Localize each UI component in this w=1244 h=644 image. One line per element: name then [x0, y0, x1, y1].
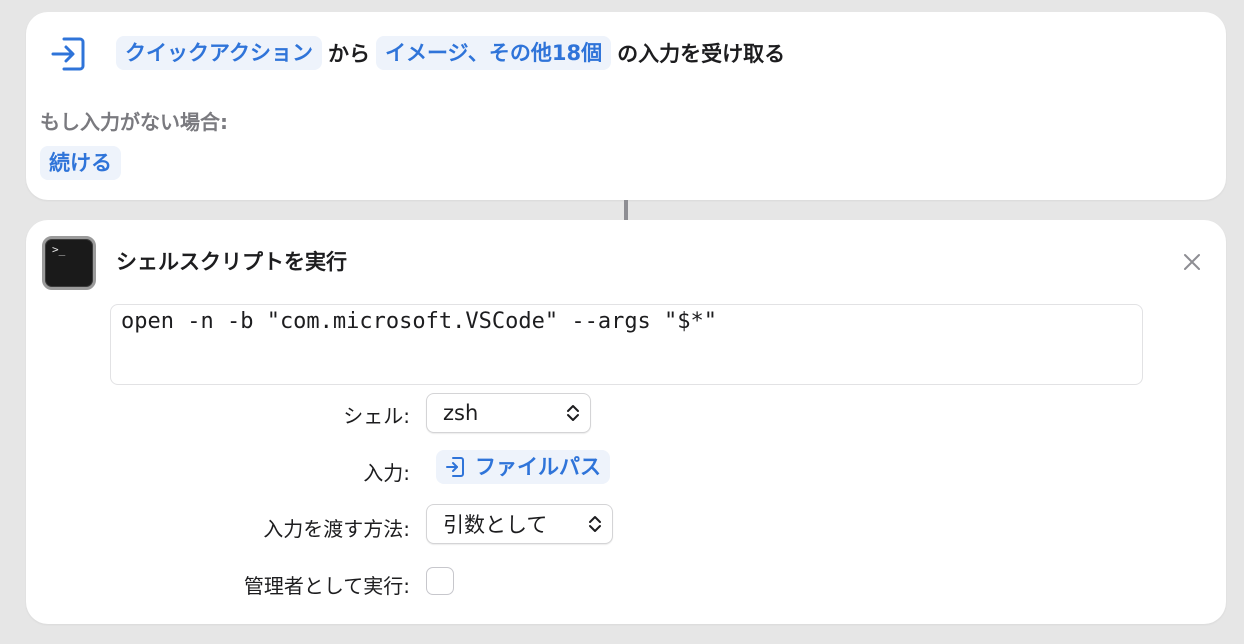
input-types-token[interactable]: イメージ、その他18個: [375, 36, 612, 70]
chevron-updown-icon: [589, 516, 601, 532]
chevron-updown-icon: [567, 405, 579, 421]
shell-label: シェル:: [343, 404, 410, 428]
continue-token[interactable]: 続ける: [40, 146, 121, 180]
input-file-path-token[interactable]: ファイルパス: [436, 450, 610, 484]
receive-sentence: クイックアクション から イメージ、その他18個 の入力を受け取る: [116, 36, 787, 70]
script-text[interactable]: open -n -b "com.microsoft.VSCode" --args…: [121, 309, 1132, 334]
no-input-label: もし入力がない場合:: [40, 110, 228, 134]
source-token[interactable]: クイックアクション: [116, 36, 322, 70]
receive-suffix-text: の入力を受け取る: [617, 42, 786, 66]
input-arrow-icon: [446, 457, 464, 477]
action-title: シェルスクリプトを実行: [116, 250, 347, 274]
run-shell-script-card: >_ シェルスクリプトを実行 open -n -b "com.microsoft…: [26, 220, 1226, 624]
run-as-admin-label: 管理者として実行:: [243, 574, 410, 598]
input-arrow-icon: [51, 37, 85, 71]
run-as-admin-checkbox[interactable]: [426, 567, 454, 595]
terminal-icon: >_: [42, 236, 96, 290]
from-text: から: [327, 42, 370, 66]
pass-input-label: 入力を渡す方法:: [263, 517, 410, 541]
input-label: 入力:: [363, 461, 410, 485]
shell-value: zsh: [443, 401, 479, 425]
shell-select[interactable]: zsh: [426, 393, 591, 433]
pass-input-select[interactable]: 引数として: [426, 504, 613, 544]
action-connector: [624, 200, 628, 220]
script-editor[interactable]: open -n -b "com.microsoft.VSCode" --args…: [110, 304, 1143, 385]
receive-input-card: クイックアクション から イメージ、その他18個 の入力を受け取る もし入力がな…: [26, 12, 1226, 200]
pass-input-value: 引数として: [443, 513, 548, 537]
close-icon: [1184, 254, 1200, 270]
close-button[interactable]: [1178, 248, 1206, 276]
input-value: ファイルパス: [475, 455, 601, 479]
